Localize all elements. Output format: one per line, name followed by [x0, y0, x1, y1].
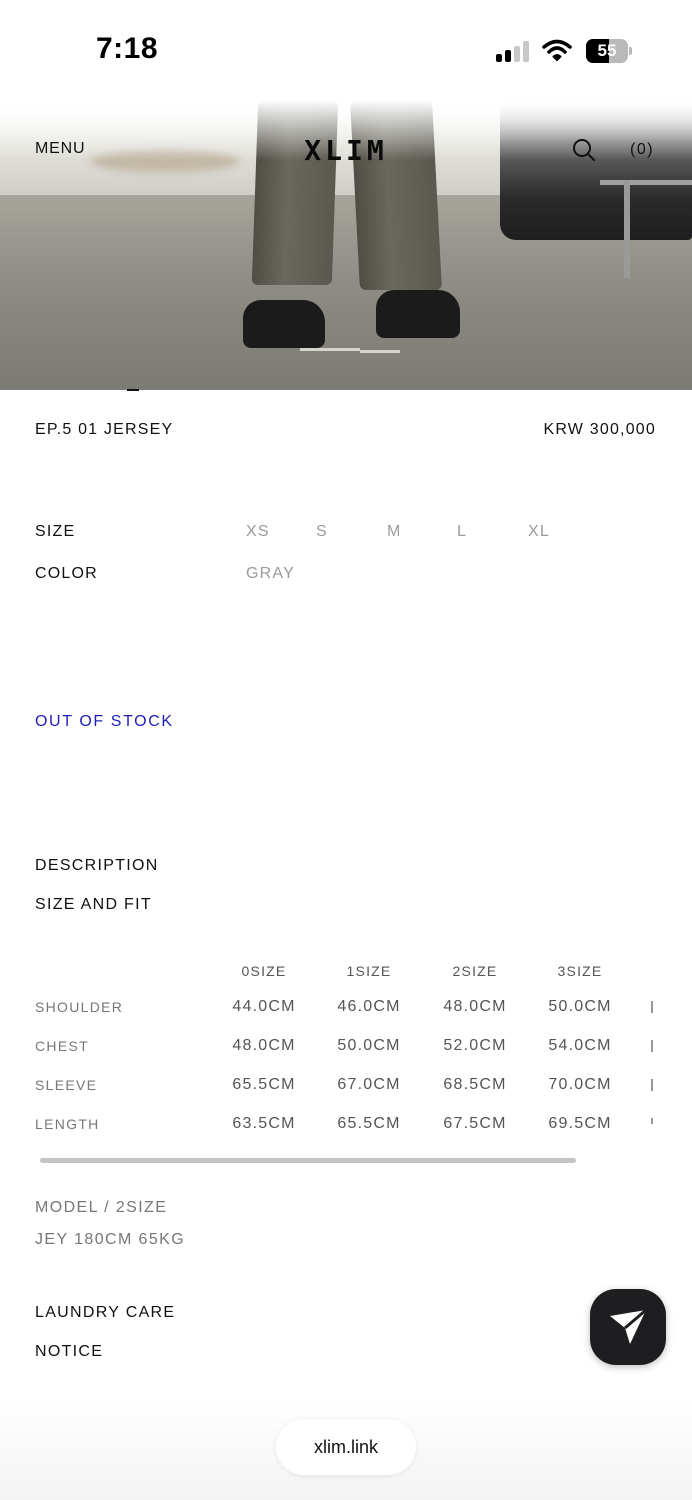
size-chart-table[interactable]: 0SIZE 1SIZE 2SIZE 3SIZE SHOULDER 44.0CM …: [0, 956, 692, 1146]
size-cell: 67.0CM: [337, 1076, 401, 1093]
battery-icon: 55: [586, 39, 632, 63]
image-slide-indicator: [127, 389, 139, 391]
size-row-label: LENGTH: [35, 1116, 100, 1132]
size-option-m[interactable]: M: [387, 523, 402, 541]
description-toggle[interactable]: DESCRIPTION: [35, 857, 159, 875]
top-navigation: MENU XLIM (0): [0, 130, 692, 174]
size-option-s[interactable]: S: [316, 523, 328, 541]
overflow-cell-hint: [651, 1040, 653, 1052]
laundry-care-toggle[interactable]: LAUNDRY CARE: [35, 1304, 175, 1322]
size-cell: 54.0CM: [548, 1037, 612, 1054]
model-size-info: MODEL / 2SIZE: [35, 1199, 168, 1216]
size-cell: 52.0CM: [443, 1037, 507, 1054]
size-cell: 65.5CM: [337, 1115, 401, 1132]
size-cell: 67.5CM: [443, 1115, 507, 1132]
size-label: SIZE: [35, 523, 76, 540]
size-row-label: SHOULDER: [35, 999, 124, 1015]
color-option-gray[interactable]: GRAY: [246, 565, 295, 583]
cart-button[interactable]: (0): [630, 141, 654, 159]
product-title: EP.5 01 JERSEY: [35, 421, 174, 438]
size-cell: 65.5CM: [232, 1076, 296, 1093]
size-column-header: 3SIZE: [557, 963, 603, 979]
status-bar: 7:18 55: [0, 0, 692, 100]
size-option-xl[interactable]: XL: [528, 523, 550, 541]
product-price: KRW 300,000: [543, 421, 656, 438]
size-column-header: 1SIZE: [346, 963, 392, 979]
size-and-fit-toggle[interactable]: SIZE AND FIT: [35, 896, 152, 914]
size-row-label: SLEEVE: [35, 1077, 98, 1093]
cellular-signal-icon: [496, 40, 532, 62]
overflow-cell-hint: [651, 1079, 653, 1091]
size-cell: 50.0CM: [337, 1037, 401, 1054]
wifi-icon: [542, 38, 572, 62]
notice-toggle[interactable]: NOTICE: [35, 1343, 103, 1361]
size-cell: 70.0CM: [548, 1076, 612, 1093]
size-cell: 68.5CM: [443, 1076, 507, 1093]
overflow-cell-hint: [651, 1001, 653, 1013]
color-label: COLOR: [35, 565, 98, 582]
battery-percent: 55: [597, 41, 617, 60]
size-cell: 44.0CM: [232, 998, 296, 1015]
size-row-label: CHEST: [35, 1038, 89, 1054]
send-arrow-icon: [610, 1308, 647, 1344]
overflow-cell-hint: [651, 1118, 653, 1124]
size-cell: 69.5CM: [548, 1115, 612, 1132]
size-column-header: 2SIZE: [452, 963, 498, 979]
address-bar[interactable]: xlim.link: [276, 1419, 416, 1475]
out-of-stock-status: OUT OF STOCK: [35, 713, 174, 730]
size-cell: 48.0CM: [232, 1037, 296, 1054]
status-time: 7:18: [96, 32, 159, 65]
search-icon[interactable]: [572, 138, 596, 162]
size-cell: 48.0CM: [443, 998, 507, 1015]
send-message-button[interactable]: [590, 1289, 666, 1365]
model-measurements: JEY 180CM 65KG: [35, 1231, 186, 1248]
size-option-l[interactable]: L: [457, 523, 467, 541]
size-cell: 46.0CM: [337, 998, 401, 1015]
size-cell: 63.5CM: [232, 1115, 296, 1132]
size-cell: 50.0CM: [548, 998, 612, 1015]
size-column-header: 0SIZE: [241, 963, 287, 979]
size-option-xs[interactable]: XS: [246, 523, 270, 541]
table-horizontal-scrollbar[interactable]: [40, 1158, 576, 1163]
